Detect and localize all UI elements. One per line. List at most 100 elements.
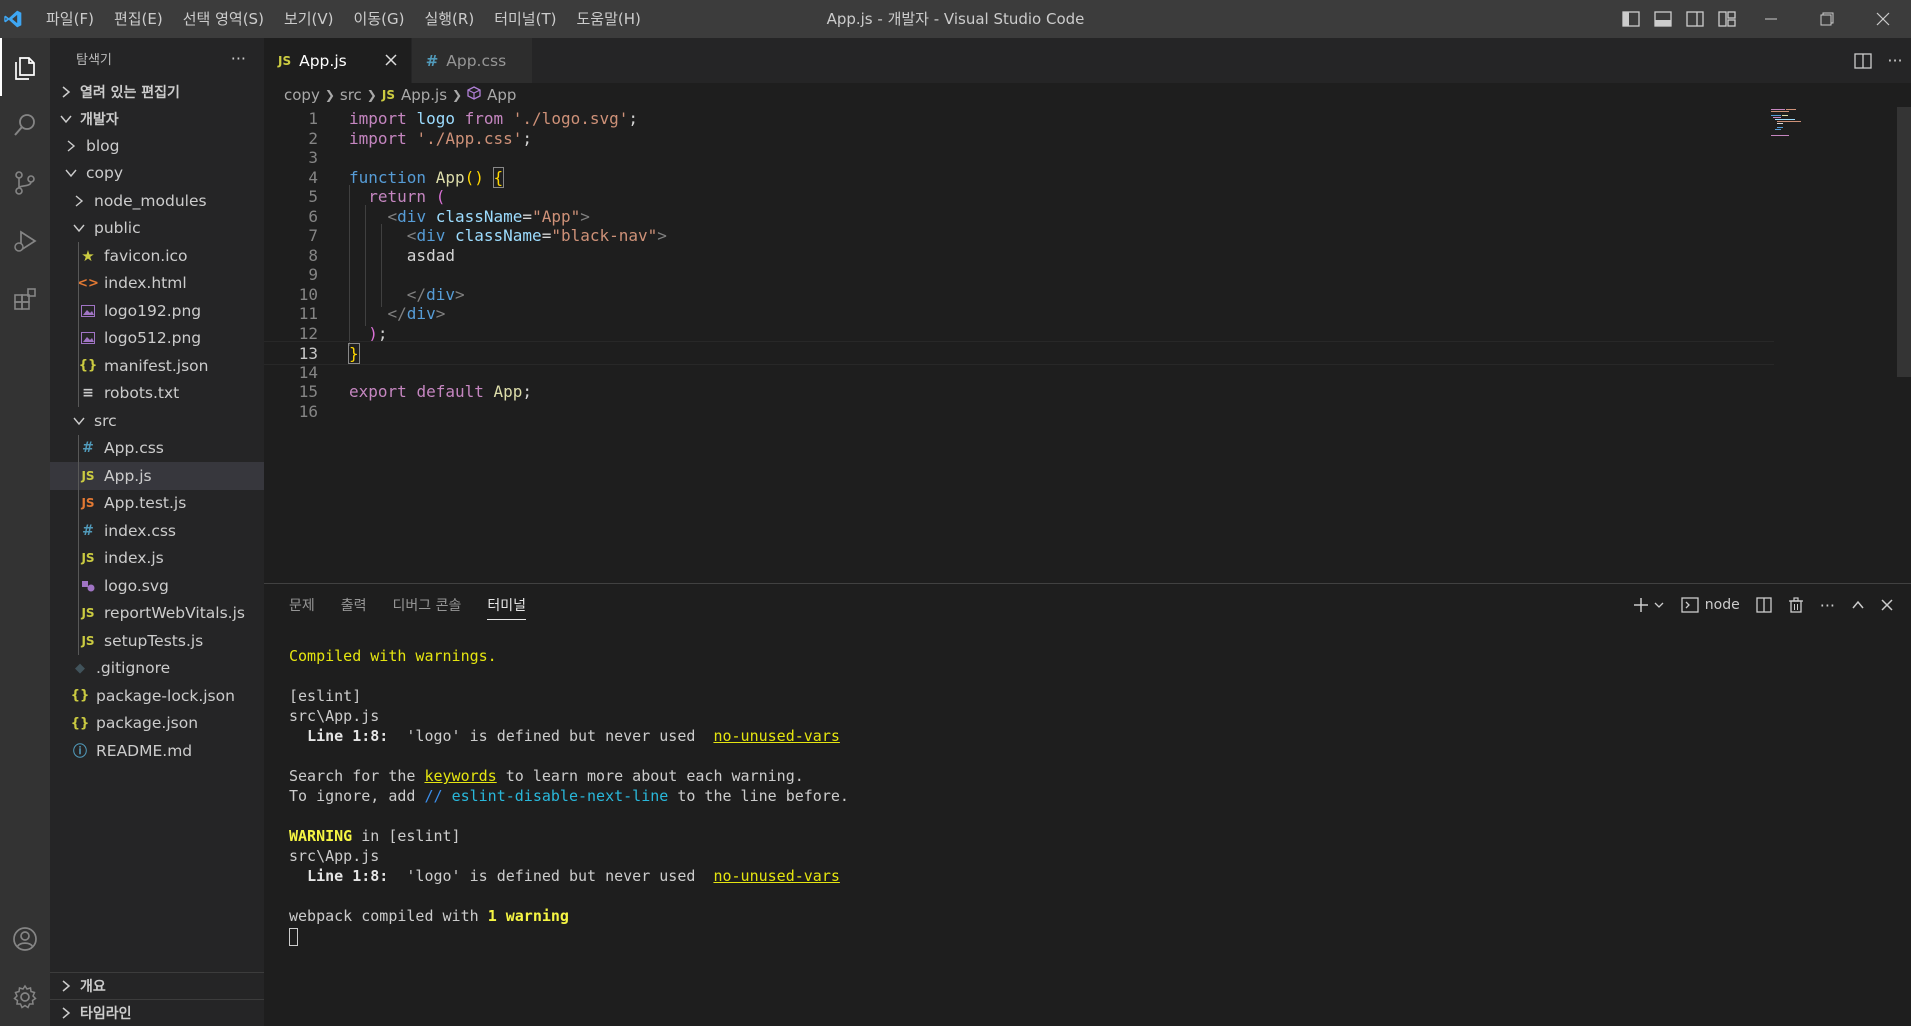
tree-file[interactable]: JS reportWebVitals.js [50,599,264,627]
workspace-section[interactable]: 개발자 [50,105,264,132]
tree-file[interactable]: logo192.png [50,297,264,325]
panel-scrollbar[interactable] [1897,584,1911,1026]
chevron-right-icon [58,1007,74,1019]
toggle-secondary-sidebar-icon[interactable] [1679,0,1711,38]
rule-link[interactable]: no-unused-vars [713,867,839,885]
tree-file[interactable]: logo512.png [50,324,264,352]
chevron-right-icon: ❯ [452,88,463,102]
run-debug-icon[interactable] [0,212,50,270]
indent-guide [78,544,79,572]
search-icon[interactable] [0,96,50,154]
tree-folder[interactable]: blog [50,132,264,160]
code-editor[interactable]: 1 import logo from './logo.svg'; 2 import '… [264,107,1911,583]
tab-output[interactable]: 출력 [341,584,367,626]
toggle-primary-sidebar-icon[interactable] [1615,0,1647,38]
tab-terminal[interactable]: 터미널 [487,584,526,626]
menu-terminal[interactable]: 터미널(T) [484,0,566,38]
toggle-panel-icon[interactable] [1647,0,1679,38]
tree-folder[interactable]: copy [50,160,264,188]
timeline-section[interactable]: 타임라인 [50,999,264,1026]
chevron-right-icon [72,195,86,207]
menu-go[interactable]: 이동(G) [344,0,415,38]
tree-file[interactable]: ⓘ README.md [50,737,264,765]
tree-item-label: manifest.json [104,356,209,375]
terminal-directive: eslint-disable-next-line [451,787,669,805]
chevron-right-icon [58,85,74,98]
tab-app-css[interactable]: # App.css [411,38,534,83]
breadcrumb-folder[interactable]: src [340,86,362,104]
json-file-icon: {} [70,715,90,731]
menu-file[interactable]: 파일(F) [36,0,104,38]
terminal-text: in [eslint] [352,827,461,845]
breadcrumb-file[interactable]: App.js [401,86,447,104]
tree-item-label: copy [86,164,124,183]
outline-section[interactable]: 개요 [50,972,264,999]
explorer-more-actions-icon[interactable]: ··· [231,49,246,68]
tab-problems[interactable]: 문제 [289,584,315,626]
trash-icon[interactable] [1780,584,1812,626]
breadcrumb-folder[interactable]: copy [284,86,320,104]
keywords-link[interactable]: keywords [424,767,496,785]
more-actions-icon[interactable]: ··· [1879,51,1911,70]
more-actions-icon[interactable]: ··· [1812,584,1843,626]
source-control-icon[interactable] [0,154,50,212]
breadcrumb-symbol[interactable]: App [487,86,516,104]
scrollbar-thumb[interactable] [1897,107,1911,377]
split-terminal-icon[interactable] [1748,584,1780,626]
tree-item-label: index.css [104,521,177,540]
tree-file[interactable]: JS App.js [50,462,264,490]
extensions-icon[interactable] [0,270,50,328]
tree-file[interactable]: {} package-lock.json [50,682,264,710]
restore-icon[interactable] [1799,0,1855,38]
rule-link[interactable]: no-unused-vars [713,727,839,745]
close-tab-icon[interactable] [385,50,397,71]
tree-file[interactable]: ★ favicon.ico [50,242,264,270]
manage-gear-icon[interactable] [0,968,50,1026]
menu-run[interactable]: 실행(R) [414,0,484,38]
tree-item-label: blog [86,136,120,155]
terminal-select[interactable]: node [1673,584,1748,626]
editor-scrollbar[interactable] [1897,107,1911,583]
explorer-icon[interactable] [0,38,50,96]
menu-view[interactable]: 보기(V) [274,0,344,38]
accounts-icon[interactable] [0,910,50,968]
minimize-icon[interactable] [1743,0,1799,38]
tree-file[interactable]: {} manifest.json [50,352,264,380]
tree-folder[interactable]: public [50,215,264,243]
code-line[interactable]: 16 [264,400,1774,424]
git-file-icon: ◆ [75,660,85,676]
terminal-icon [1681,597,1699,613]
css-file-icon: # [425,51,439,70]
new-terminal-plus-icon[interactable] [1625,584,1673,626]
tree-file[interactable]: # App.css [50,434,264,462]
tree-file[interactable]: {} package.json [50,710,264,738]
tree-folder[interactable]: node_modules [50,187,264,215]
tab-label: App.css [446,51,507,70]
open-editors-section[interactable]: 열려 있는 편집기 [50,78,264,105]
tab-app-js[interactable]: JS App.js [264,38,412,83]
minimap[interactable] [1771,107,1811,147]
tree-file[interactable]: JS index.js [50,544,264,572]
tree-file[interactable]: ≡ robots.txt [50,379,264,407]
tree-file[interactable]: <> index.html [50,269,264,297]
activity-bar [0,38,50,1026]
tree-file[interactable]: logo.svg [50,572,264,600]
tree-file[interactable]: ◆ .gitignore [50,655,264,683]
close-window-icon[interactable] [1855,0,1911,38]
outline-label: 개요 [80,979,106,995]
tree-item-label: src [94,411,117,430]
tree-file[interactable]: # index.css [50,517,264,545]
tree-folder[interactable]: src [50,407,264,435]
timeline-label: 타임라인 [80,1006,132,1022]
maximize-panel-icon[interactable] [1843,584,1873,626]
menu-help[interactable]: 도움말(H) [566,0,650,38]
tree-file[interactable]: JS setupTests.js [50,627,264,655]
menu-selection[interactable]: 선택 영역(S) [173,0,274,38]
js-file-icon: JS [81,633,95,648]
tree-file[interactable]: JS App.test.js [50,489,264,517]
split-editor-icon[interactable] [1847,52,1879,69]
tab-debug-console[interactable]: 디버그 콘솔 [393,584,462,626]
menu-edit[interactable]: 편집(E) [104,0,173,38]
terminal-output[interactable]: Compiled with warnings. [eslint] src\App… [289,646,849,946]
customize-layout-icon[interactable] [1711,0,1743,38]
